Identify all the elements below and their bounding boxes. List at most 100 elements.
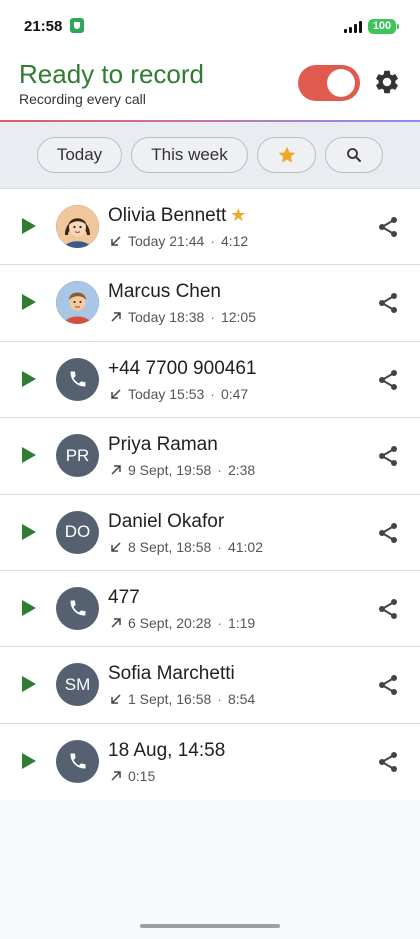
share-icon[interactable] bbox=[376, 368, 400, 392]
share-icon[interactable] bbox=[376, 444, 400, 468]
separator-dot: · bbox=[210, 309, 215, 326]
contact-name: Priya Raman bbox=[108, 434, 218, 456]
contact-name-line: Marcus Chen bbox=[108, 281, 221, 303]
contact-avatar bbox=[56, 586, 99, 630]
share-icon[interactable] bbox=[376, 597, 400, 621]
call-row[interactable]: +44 7700 900461 Today 15:53 · 0:47 bbox=[0, 341, 420, 419]
contact-name: 477 bbox=[108, 586, 140, 608]
status-bar: 21:58 100 bbox=[0, 0, 420, 52]
call-row[interactable]: DO Daniel Okafor 8 Sept, 18:58 · 41:02 bbox=[0, 494, 420, 571]
call-list: Olivia Bennett ★ Today 21:44 · 4:12 Marcus Ch… bbox=[0, 189, 420, 801]
call-meta: 8 Sept, 18:58 · 41:02 bbox=[110, 539, 263, 555]
call-duration: 8:54 bbox=[227, 691, 256, 708]
call-row[interactable]: PR Priya Raman 9 Sept, 19:58 · 2:38 bbox=[0, 418, 420, 495]
status-time: 21:58 bbox=[24, 18, 63, 35]
search-icon bbox=[347, 148, 361, 162]
contact-name: +44 7700 900461 bbox=[108, 357, 257, 379]
separator-dot: · bbox=[217, 538, 222, 555]
share-icon[interactable] bbox=[376, 291, 400, 315]
play-icon[interactable] bbox=[21, 675, 37, 693]
phone-icon bbox=[70, 600, 85, 616]
call-time: 1 Sept, 16:58 bbox=[128, 691, 212, 708]
starred-icon: ★ bbox=[230, 205, 247, 225]
call-meta: Today 18:38 · 12:05 bbox=[110, 309, 256, 325]
signal-icon bbox=[344, 21, 364, 33]
call-time: 9 Sept, 19:58 bbox=[128, 462, 212, 479]
avatar-photo bbox=[56, 281, 99, 325]
call-meta: 1 Sept, 16:58 · 8:54 bbox=[110, 691, 255, 707]
call-meta: 0:15 bbox=[110, 768, 155, 784]
play-icon[interactable] bbox=[21, 752, 37, 770]
call-time: 6 Sept, 20:28 bbox=[128, 614, 212, 631]
contact-name-line: Sofia Marchetti bbox=[108, 663, 235, 685]
filter-today-chip[interactable]: Today bbox=[37, 137, 122, 173]
contact-name-line: 477 bbox=[108, 587, 140, 609]
call-meta: Today 21:44 · 4:12 bbox=[110, 233, 248, 249]
filter-this-week-chip[interactable]: This week bbox=[131, 137, 248, 173]
recording-toggle[interactable] bbox=[298, 65, 360, 101]
call-meta: Today 15:53 · 0:47 bbox=[110, 386, 248, 402]
incoming-call-icon bbox=[111, 694, 121, 705]
share-icon[interactable] bbox=[376, 521, 400, 545]
contact-avatar: SM bbox=[56, 663, 99, 707]
contact-name: Olivia Bennett bbox=[108, 205, 227, 226]
call-duration: 2:38 bbox=[227, 462, 256, 479]
call-time: 8 Sept, 18:58 bbox=[128, 538, 212, 555]
avatar-initials: DO bbox=[64, 522, 91, 542]
contact-avatar bbox=[56, 357, 99, 401]
call-row[interactable]: SM Sofia Marchetti 1 Sept, 16:58 · 8:54 bbox=[0, 647, 420, 724]
contact-name: Sofia Marchetti bbox=[108, 663, 235, 685]
call-row[interactable]: 477 6 Sept, 20:28 · 1:19 bbox=[0, 570, 420, 648]
share-icon[interactable] bbox=[376, 673, 400, 697]
play-icon[interactable] bbox=[21, 599, 37, 617]
call-row[interactable]: Marcus Chen Today 18:38 · 12:05 bbox=[0, 265, 420, 342]
outgoing-call-icon bbox=[111, 312, 121, 322]
separator-dot: · bbox=[217, 462, 222, 479]
incoming-call-icon bbox=[111, 236, 121, 246]
contact-name-line: Priya Raman bbox=[108, 434, 218, 456]
play-icon[interactable] bbox=[21, 523, 37, 541]
page-subtitle: Recording every call bbox=[19, 91, 146, 107]
star-icon bbox=[278, 146, 295, 163]
contact-name-line: Daniel Okafor bbox=[108, 511, 224, 533]
filter-search-chip[interactable] bbox=[325, 137, 383, 173]
home-indicator bbox=[140, 924, 280, 928]
call-row[interactable]: 18 Aug, 14:58 0:15 bbox=[0, 723, 420, 801]
play-icon[interactable] bbox=[21, 370, 37, 388]
incoming-call-icon bbox=[111, 389, 121, 399]
contact-name: Daniel Okafor bbox=[108, 510, 225, 532]
contact-name-line: +44 7700 900461 bbox=[108, 358, 256, 380]
contact-avatar: PR bbox=[56, 434, 99, 478]
call-duration: 0:15 bbox=[128, 767, 156, 784]
call-time: Today 15:53 bbox=[128, 385, 205, 402]
toggle-knob bbox=[327, 69, 355, 97]
play-icon[interactable] bbox=[21, 217, 37, 235]
avatar-initials: PR bbox=[65, 445, 90, 465]
call-row[interactable]: Olivia Bennett ★ Today 21:44 · 4:12 bbox=[0, 189, 420, 266]
separator-dot: · bbox=[217, 691, 222, 708]
contact-name: Marcus Chen bbox=[108, 281, 221, 303]
call-duration: 4:12 bbox=[220, 233, 249, 249]
separator-dot: · bbox=[210, 385, 215, 402]
phone-icon bbox=[70, 753, 85, 769]
filter-bar: Today This week bbox=[0, 122, 420, 189]
play-icon[interactable] bbox=[21, 446, 37, 464]
filter-starred-chip[interactable] bbox=[257, 137, 316, 173]
share-icon[interactable] bbox=[376, 750, 400, 774]
call-duration: 41:02 bbox=[227, 538, 264, 555]
call-duration: 12:05 bbox=[220, 309, 257, 326]
call-meta: 6 Sept, 20:28 · 1:19 bbox=[110, 615, 255, 631]
gear-icon[interactable] bbox=[373, 68, 401, 96]
contact-avatar bbox=[56, 205, 99, 248]
contact-name-line: 18 Aug, 14:58 bbox=[108, 740, 225, 762]
separator-dot: · bbox=[210, 233, 215, 249]
app-header: Ready to record Recording every call bbox=[0, 52, 420, 122]
avatar-photo bbox=[56, 205, 99, 248]
avatar-initials: SM bbox=[64, 674, 91, 694]
contact-avatar bbox=[56, 739, 99, 783]
call-duration: 1:19 bbox=[227, 614, 256, 631]
play-icon[interactable] bbox=[21, 293, 37, 311]
page-title: Ready to record bbox=[19, 59, 204, 89]
call-duration: 0:47 bbox=[220, 385, 249, 402]
share-icon[interactable] bbox=[376, 215, 400, 239]
